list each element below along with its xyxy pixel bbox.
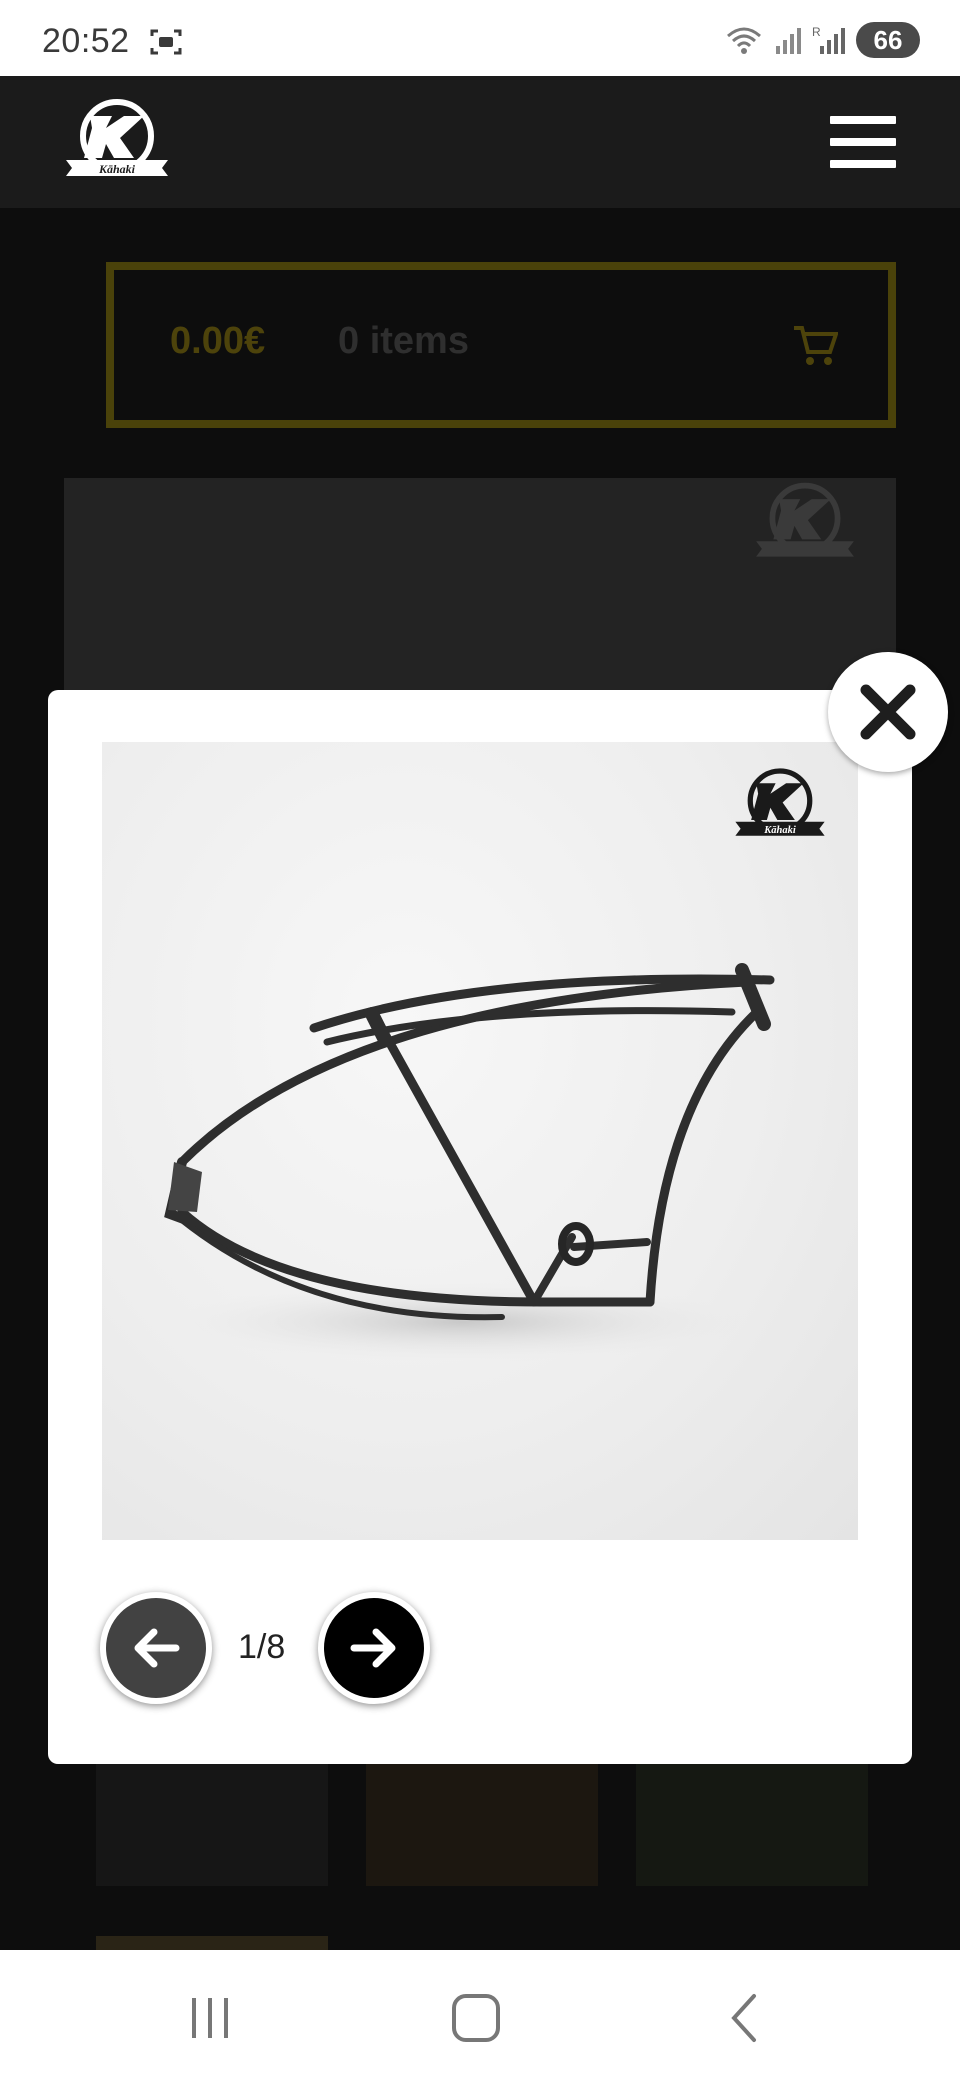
svg-text:Kāhaki: Kāhaki	[763, 825, 796, 836]
cart-item-count: 0 items	[338, 320, 469, 362]
cart-icon	[794, 326, 838, 365]
gallery-thumbnail[interactable]	[96, 1936, 328, 1950]
hamburger-menu-icon	[830, 116, 896, 124]
signal-icon	[776, 28, 801, 54]
mini-cart[interactable]: 0.00€ 0 items	[106, 262, 896, 428]
screenshot-icon	[150, 29, 182, 55]
watermark-logo: Kāhaki	[735, 768, 825, 836]
gallery-thumbnail[interactable]	[366, 1760, 598, 1886]
battery-icon: 66	[856, 22, 920, 58]
arrow-right-icon	[350, 1628, 396, 1668]
next-image-button[interactable]	[318, 1592, 430, 1704]
product-watermark-logo	[756, 482, 854, 557]
home-icon[interactable]	[446, 1988, 506, 2048]
menu-button[interactable]	[830, 116, 896, 172]
back-icon[interactable]	[716, 1988, 776, 2048]
close-lightbox-button[interactable]	[828, 652, 948, 772]
wifi-icon	[727, 27, 761, 54]
recents-icon[interactable]	[180, 1988, 240, 2048]
status-icons: R 66	[724, 22, 920, 58]
bike-frame-image	[162, 963, 775, 1362]
product-title-fragment	[100, 178, 880, 214]
image-lightbox: Kāhaki 1/8	[48, 690, 912, 1764]
status-bar: 20:52 R 66	[0, 0, 960, 76]
status-time: 20:52	[42, 22, 130, 60]
gallery-thumbnail[interactable]	[636, 1760, 868, 1886]
svg-text:Kāhaki: Kāhaki	[98, 162, 136, 176]
cart-total: 0.00€	[170, 320, 266, 362]
arrow-left-icon	[134, 1628, 180, 1668]
close-icon	[860, 684, 916, 740]
lightbox-image: Kāhaki	[102, 742, 858, 1540]
svg-text:R: R	[812, 25, 821, 39]
previous-image-button[interactable]	[100, 1592, 212, 1704]
signal-roaming-icon: R	[812, 25, 845, 54]
system-navigation-bar	[0, 1950, 960, 2080]
gallery-thumbnail[interactable]	[96, 1760, 328, 1886]
image-counter: 1/8	[238, 1628, 286, 1666]
site-logo[interactable]: Kāhaki	[62, 94, 172, 190]
